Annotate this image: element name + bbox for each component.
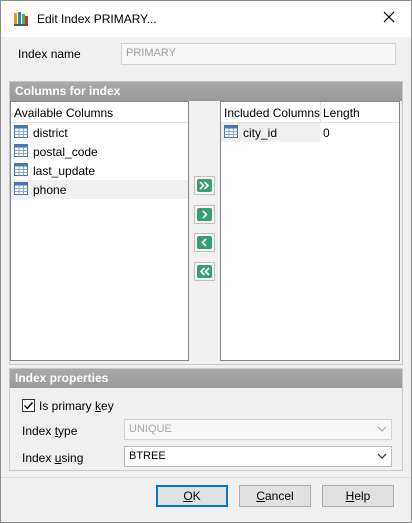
- title-bar: Edit Index PRIMARY...: [1, 1, 411, 37]
- close-icon: [383, 11, 395, 26]
- column-name: phone: [33, 183, 67, 197]
- check-icon: [24, 402, 34, 410]
- available-columns-title: Available Columns: [14, 106, 114, 120]
- list-item[interactable]: postal_code: [11, 142, 188, 161]
- list-item[interactable]: phone: [11, 180, 188, 199]
- index-type-label: Index type: [22, 424, 78, 438]
- index-using-select[interactable]: BTREE: [124, 446, 392, 467]
- edit-index-dialog: Edit Index PRIMARY... Index name PRIMARY…: [0, 0, 412, 523]
- add-all-button[interactable]: [194, 176, 215, 195]
- index-type-select[interactable]: UNIQUE: [124, 419, 392, 440]
- properties-group-header: Index properties: [10, 369, 402, 388]
- available-columns-list[interactable]: Available Columns district postal_code l…: [10, 101, 189, 361]
- primary-key-checkbox[interactable]: [22, 399, 35, 412]
- column-length: 0: [323, 126, 330, 140]
- primary-key-label[interactable]: Is primary key: [39, 399, 114, 413]
- length-column-title: Length: [323, 106, 360, 120]
- index-using-label: Index using: [22, 451, 84, 465]
- cancel-button[interactable]: Cancel: [239, 485, 311, 507]
- column-name: last_update: [33, 164, 96, 178]
- column-name: postal_code: [33, 145, 98, 159]
- table-column-icon: [14, 125, 28, 141]
- included-columns-list[interactable]: Included Columns Length city_id 0: [220, 101, 400, 361]
- move-right-icon: [200, 208, 209, 222]
- move-all-right-icon: [199, 179, 210, 193]
- window-title: Edit Index PRIMARY...: [37, 12, 157, 26]
- columns-group-header: Columns for index: [10, 82, 402, 101]
- chevron-down-icon: [377, 424, 387, 437]
- list-item[interactable]: city_id 0: [221, 123, 399, 142]
- chevron-down-icon: [377, 451, 387, 464]
- move-all-left-icon: [199, 265, 210, 279]
- column-name: city_id: [243, 126, 278, 140]
- included-columns-title: Included Columns: [224, 106, 321, 120]
- column-name: district: [33, 126, 68, 140]
- help-button[interactable]: Help: [322, 485, 394, 507]
- move-left-icon: [200, 236, 209, 250]
- remove-button[interactable]: [194, 233, 215, 252]
- available-columns-header: Available Columns: [11, 102, 188, 123]
- index-name-row: Index name PRIMARY: [9, 39, 403, 71]
- table-column-icon: [14, 163, 28, 179]
- database-index-icon: [13, 11, 29, 27]
- ok-button[interactable]: OK: [156, 485, 228, 507]
- table-column-icon: [224, 125, 238, 141]
- table-column-icon: [14, 144, 28, 160]
- table-column-icon: [14, 182, 28, 198]
- index-name-label: Index name: [18, 47, 81, 61]
- list-item[interactable]: district: [11, 123, 188, 142]
- list-item[interactable]: last_update: [11, 161, 188, 180]
- remove-all-button[interactable]: [194, 262, 215, 281]
- close-button[interactable]: [371, 4, 407, 32]
- add-button[interactable]: [194, 205, 215, 224]
- index-name-field[interactable]: PRIMARY: [121, 43, 396, 65]
- included-columns-header: Included Columns Length: [221, 102, 399, 123]
